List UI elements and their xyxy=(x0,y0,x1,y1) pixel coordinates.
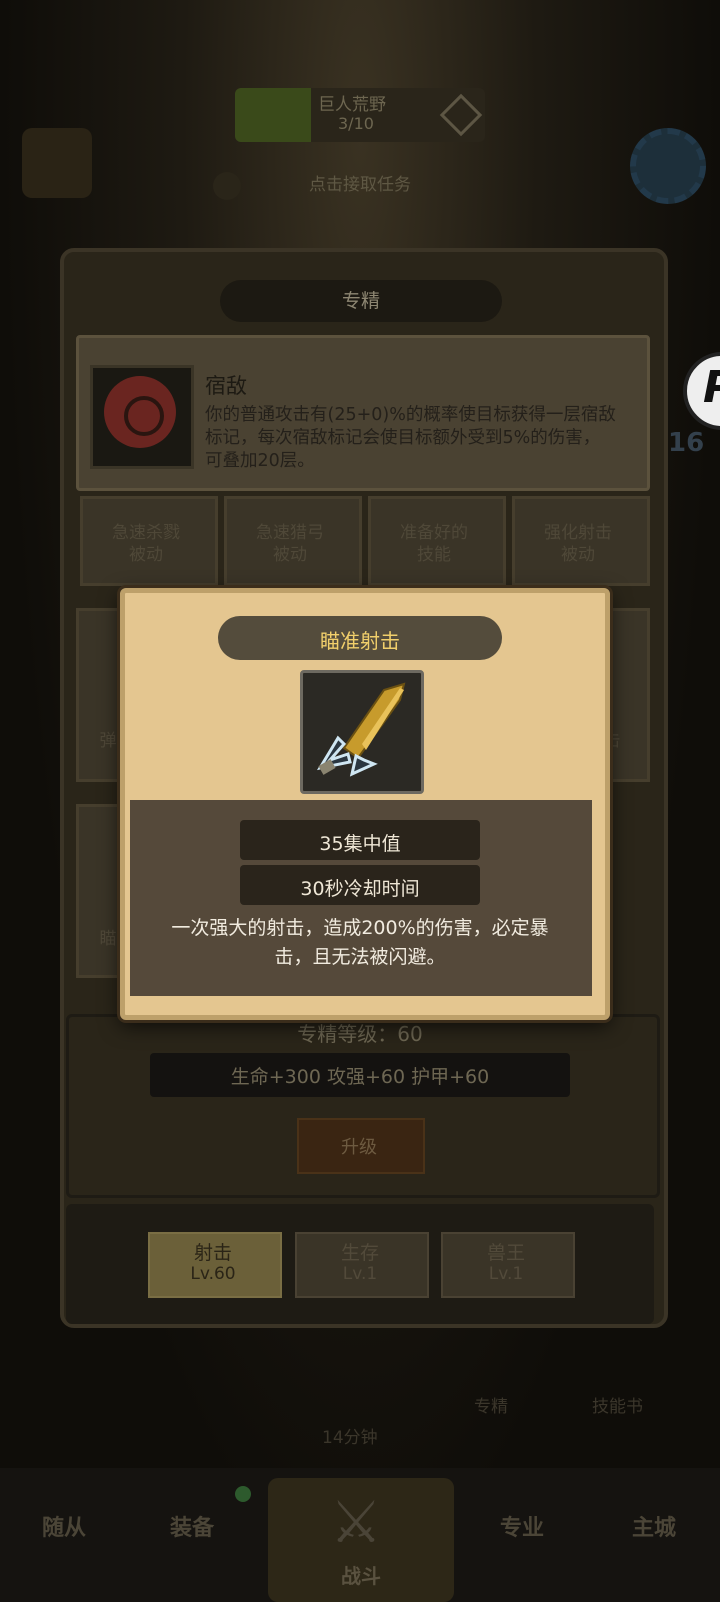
nav-equipment[interactable]: 装备 xyxy=(132,1510,252,1542)
skill-cooldown: 30秒冷却时间 xyxy=(300,878,420,900)
notification-dot xyxy=(235,1486,251,1502)
talent-slot-label: 强化射击 被动 xyxy=(544,523,612,565)
skill-name: 瞄准射击 xyxy=(320,629,400,653)
timer-label: 14分钟 xyxy=(322,1428,378,1448)
panel-title: 专精 xyxy=(341,290,380,312)
nav-battle-label[interactable]: 战斗 xyxy=(268,1560,454,1589)
spec-level: 专精等级：60 xyxy=(297,1022,423,1046)
spec-shortcut-label[interactable]: 专精 xyxy=(474,1392,508,1417)
arrow-icon xyxy=(316,682,406,777)
bonus-text: 生命+300 攻强+60 护甲+60 xyxy=(230,1066,490,1088)
skill-icon-frame xyxy=(300,670,424,794)
talent-slot-label: 急速杀戮 被动 xyxy=(112,523,180,565)
talent-description: 你的普通攻击有(25+0)%的概率使目标获得一层宿敌标记，每次宿敌标记会使目标额… xyxy=(205,405,616,471)
side-badge-icon[interactable]: P xyxy=(683,352,720,430)
nav-profession[interactable]: 专业 xyxy=(462,1510,582,1542)
tab-name: 生存 xyxy=(340,1242,379,1264)
skillbook-shortcut-label[interactable]: 技能书 xyxy=(592,1392,643,1417)
tab-name: 兽王 xyxy=(486,1242,525,1264)
skill-cost: 35集中值 xyxy=(319,833,401,855)
quest-flag-icon xyxy=(235,88,311,142)
nav-main-city[interactable]: 主城 xyxy=(594,1510,714,1542)
upgrade-button-label: 升级 xyxy=(341,1137,377,1158)
quest-title: 巨人荒野 xyxy=(318,95,386,115)
talent-slot-label: 准备好的 技能 xyxy=(400,523,468,565)
tab-level: Lv.1 xyxy=(342,1264,378,1284)
tab-level: Lv.60 xyxy=(190,1264,236,1284)
talent-name: 宿敌 xyxy=(205,374,247,398)
quest-progress: 3/10 xyxy=(338,114,374,133)
target-ring-icon xyxy=(124,396,164,436)
settings-gear-icon[interactable] xyxy=(630,128,706,204)
tab-name: 射击 xyxy=(193,1242,232,1264)
skill-description: 一次强大的射击，造成200%的伤害，必定暴击，且无法被闪避。 xyxy=(171,917,549,968)
side-badge-number: 16 xyxy=(668,428,705,458)
tab-level: Lv.1 xyxy=(488,1264,524,1284)
talent-slot-label: 急速猎弓 被动 xyxy=(256,523,324,565)
nav-followers[interactable]: 随从 xyxy=(4,1510,124,1542)
crossed-swords-icon: ⚔ xyxy=(330,1488,382,1556)
quest-hint[interactable]: 点击接取任务 xyxy=(0,170,720,195)
